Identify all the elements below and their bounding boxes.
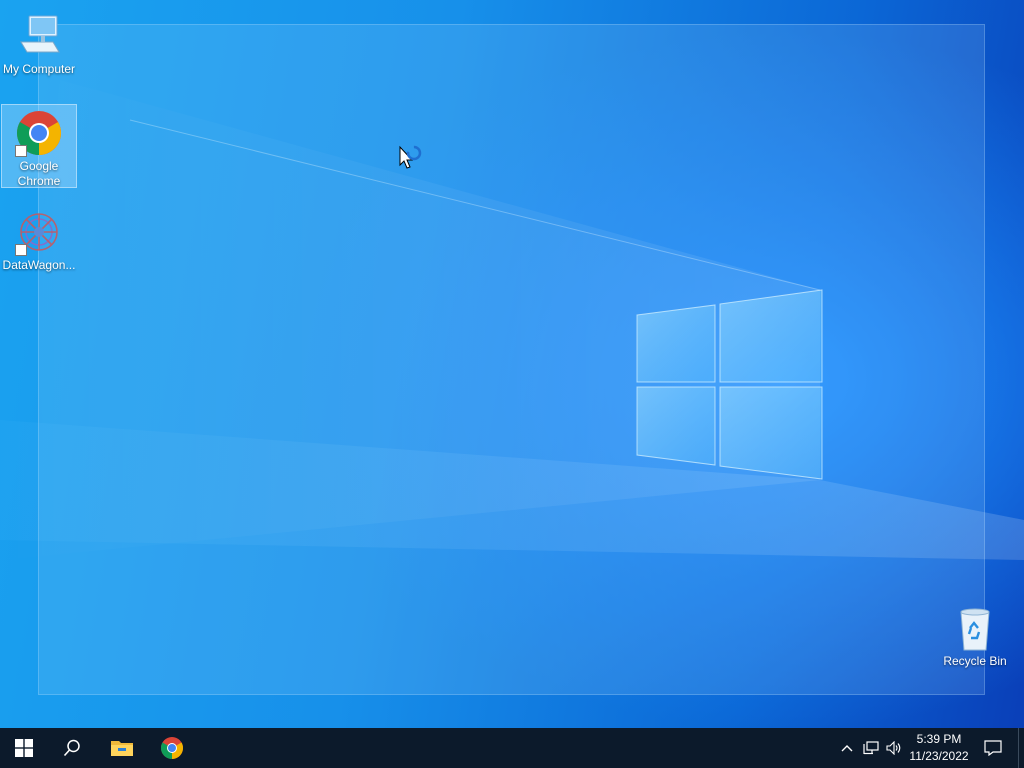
show-hidden-icons-button[interactable] [836, 728, 858, 768]
action-center-button[interactable] [978, 728, 1008, 768]
computer-icon [15, 12, 63, 60]
windows-start-icon [15, 739, 33, 757]
chrome-icon [15, 109, 63, 157]
clock-date: 11/23/2022 [909, 749, 969, 763]
show-desktop-button[interactable] [1018, 728, 1024, 768]
clock-time: 5:39 PM [916, 732, 962, 746]
taskbar: 5:39 PM 11/23/2022 [0, 728, 1024, 768]
volume-button[interactable] [883, 728, 905, 768]
volume-icon [886, 741, 901, 755]
start-button[interactable] [0, 728, 48, 768]
network-button[interactable] [860, 728, 882, 768]
mouse-cursor-busy-icon [399, 145, 422, 169]
desktop-icon-google-chrome[interactable]: Google Chrome [1, 104, 77, 188]
network-icon [863, 741, 879, 755]
desktop-icon-label: Recycle Bin [943, 654, 1007, 668]
notification-icon [984, 740, 1002, 756]
shortcut-arrow-icon [15, 244, 27, 256]
desktop-icon-label: DataWagon... [2, 258, 76, 272]
taskbar-clock[interactable]: 5:39 PM 11/23/2022 [905, 728, 973, 768]
datawagon-icon [15, 208, 63, 256]
recycle-bin-icon [951, 604, 999, 652]
selection-rectangle [38, 24, 985, 695]
search-icon [63, 739, 80, 757]
file-explorer-icon [111, 741, 133, 756]
chrome-taskbar-button[interactable] [148, 728, 196, 768]
desktop-icon-label: Google Chrome [17, 159, 61, 188]
shortcut-arrow-icon [15, 145, 27, 157]
desktop-icon-datawagon[interactable]: DataWagon... [1, 204, 77, 274]
desktop[interactable]: My Computer Google Chrome DataWagon... R… [0, 0, 1024, 728]
chevron-up-icon [841, 745, 853, 752]
desktop-icon-recycle-bin[interactable]: Recycle Bin [937, 600, 1013, 670]
desktop-icon-label: My Computer [2, 62, 76, 76]
file-explorer-button[interactable] [98, 728, 146, 768]
desktop-icon-my-computer[interactable]: My Computer [1, 8, 77, 78]
windows-logo-wallpaper [636, 289, 823, 480]
chrome-icon [161, 737, 183, 759]
search-button[interactable] [48, 728, 96, 768]
